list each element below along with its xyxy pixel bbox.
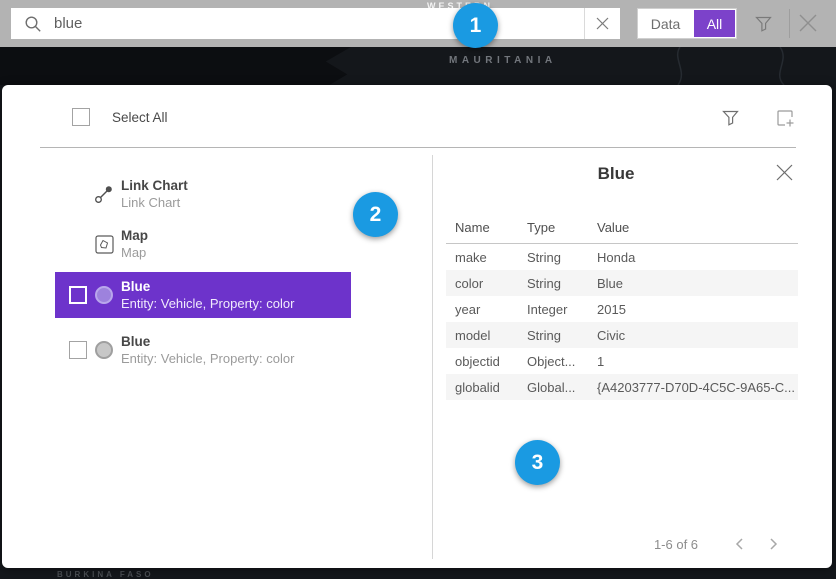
close-icon (775, 163, 794, 182)
result-item-blue[interactable]: Blue Entity: Vehicle, Property: color (55, 327, 351, 373)
map-border-lines (560, 47, 836, 85)
result-title: Blue (121, 278, 294, 295)
result-title: Link Chart (121, 177, 188, 194)
cell-name: color (446, 276, 518, 291)
entity-circle-icon (93, 339, 115, 361)
select-all-checkbox[interactable] (72, 108, 90, 126)
chevron-left-icon (732, 536, 748, 552)
app-window: MAURITANIA BURKINA FASO blue Data All (0, 0, 836, 579)
result-checkbox[interactable] (69, 286, 87, 304)
callout-3: 3 (515, 440, 560, 485)
map-label-mauritania: MAURITANIA (449, 55, 557, 66)
pagination-prev-button[interactable] (732, 536, 748, 552)
search-results-panel: Select All (2, 85, 832, 568)
header-divider (40, 147, 796, 148)
cell-value: 1 (588, 354, 798, 369)
cell-type: Global... (518, 380, 588, 395)
cell-type: String (518, 276, 588, 291)
table-header-row: Name Type Value (446, 211, 798, 244)
cell-value: {A4203777-D70D-4C5C-9A65-C... (588, 380, 798, 395)
select-all-label: Select All (112, 110, 168, 125)
filter-button[interactable] (753, 13, 774, 34)
result-item-link-chart[interactable]: Link Chart Link Chart (55, 171, 351, 217)
detail-close-button[interactable] (775, 163, 794, 182)
result-title: Blue (121, 333, 294, 350)
entity-circle-icon (93, 284, 115, 306)
table-row: color String Blue (446, 270, 798, 296)
result-subtitle: Link Chart (121, 194, 188, 211)
table-row: globalid Global... {A4203777-D70D-4C5C-9… (446, 374, 798, 400)
search-input[interactable]: blue (11, 8, 620, 39)
search-query-text: blue (54, 15, 82, 32)
add-item-icon (774, 107, 796, 129)
table-row: make String Honda (446, 244, 798, 270)
cell-name: globalid (446, 380, 518, 395)
results-filter-button[interactable] (720, 107, 741, 128)
cell-value: Honda (588, 250, 798, 265)
search-icon (24, 15, 42, 33)
detail-title: Blue (598, 164, 635, 184)
close-search-button[interactable] (796, 11, 820, 35)
map-landmass (0, 47, 358, 85)
callout-2: 2 (353, 192, 398, 237)
cell-type: Object... (518, 354, 588, 369)
search-toolbar: blue Data All (0, 0, 836, 47)
map-icon (93, 233, 115, 255)
clear-search-button[interactable] (584, 8, 620, 39)
close-icon (796, 11, 820, 35)
column-header-value: Value (588, 220, 798, 235)
cell-name: year (446, 302, 518, 317)
pagination-label: 1-6 of 6 (626, 537, 726, 552)
pagination-next-button[interactable] (765, 536, 781, 552)
table-row: objectid Object... 1 (446, 348, 798, 374)
cell-name: make (446, 250, 518, 265)
link-chart-icon (93, 183, 115, 205)
chevron-right-icon (765, 536, 781, 552)
result-item-map[interactable]: Map Map (55, 221, 351, 267)
panel-divider (432, 155, 433, 559)
cell-value: Blue (588, 276, 798, 291)
filter-funnel-icon (753, 13, 774, 34)
result-subtitle: Map (121, 244, 148, 261)
result-title: Map (121, 227, 148, 244)
cell-value: Civic (588, 328, 798, 343)
result-subtitle: Entity: Vehicle, Property: color (121, 350, 294, 367)
select-all-row: Select All (72, 108, 168, 126)
result-item-blue-selected[interactable]: Blue Entity: Vehicle, Property: color (55, 272, 351, 318)
scope-all-button[interactable]: All (694, 10, 735, 37)
detail-header: Blue (434, 157, 798, 191)
search-scope-toggle: Data All (637, 8, 737, 39)
cell-name: model (446, 328, 518, 343)
add-selection-button[interactable] (774, 107, 796, 129)
cell-type: String (518, 328, 588, 343)
cell-name: objectid (446, 354, 518, 369)
table-row: model String Civic (446, 322, 798, 348)
map-label-burkina-faso: BURKINA FASO (57, 570, 154, 579)
cell-type: Integer (518, 302, 588, 317)
clear-search-icon (596, 17, 609, 30)
scope-data-button[interactable]: Data (638, 9, 693, 38)
attribute-table: Name Type Value make String Honda color … (446, 211, 798, 400)
column-header-type: Type (518, 220, 588, 235)
table-row: year Integer 2015 (446, 296, 798, 322)
cell-value: 2015 (588, 302, 798, 317)
toolbar-divider (789, 9, 790, 38)
cell-type: String (518, 250, 588, 265)
result-checkbox[interactable] (69, 341, 87, 359)
result-subtitle: Entity: Vehicle, Property: color (121, 295, 294, 312)
column-header-name: Name (446, 220, 518, 235)
callout-1: 1 (453, 3, 498, 48)
filter-funnel-icon (720, 107, 741, 128)
